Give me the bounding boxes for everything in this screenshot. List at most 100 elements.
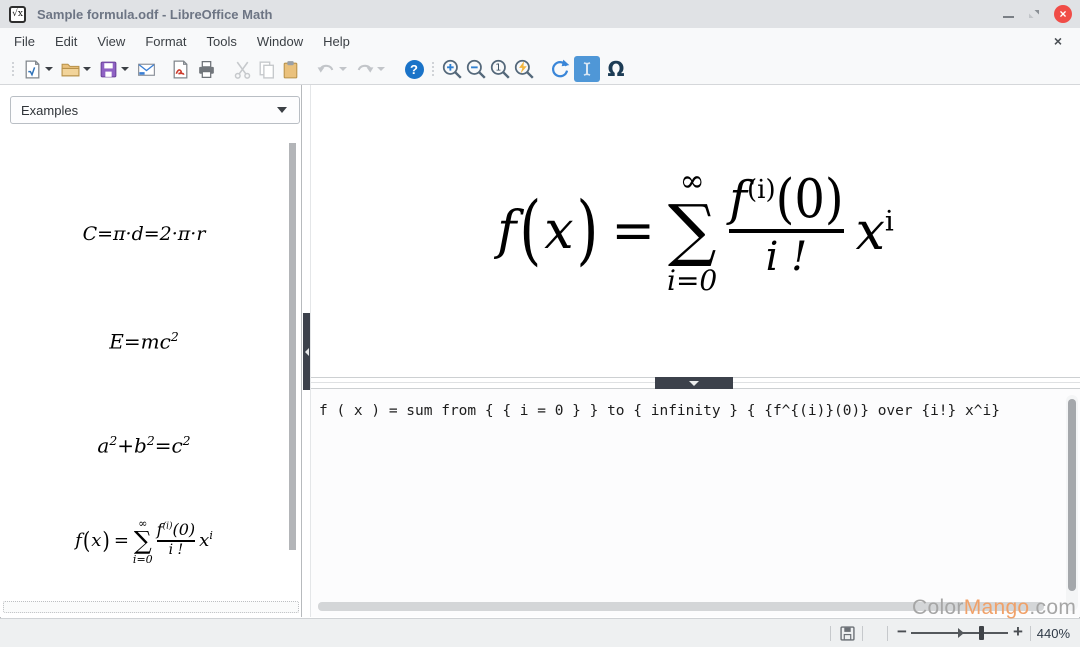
email-document-icon (136, 59, 157, 80)
formula-cursor-icon (578, 60, 596, 78)
open-button[interactable] (58, 56, 82, 82)
cut-button (230, 56, 254, 82)
new-document-button[interactable] (20, 56, 44, 82)
close-icon[interactable]: × (1054, 5, 1072, 23)
zoom-slider-thumb[interactable] (979, 626, 984, 640)
category-dropdown-value: Examples (21, 103, 78, 118)
new-formula-icon (22, 59, 43, 80)
restore-icon[interactable] (1028, 8, 1040, 20)
paste-button[interactable] (278, 56, 302, 82)
horizontal-splitter[interactable] (311, 377, 1080, 389)
fraction-denominator: i ! (766, 237, 808, 281)
chevron-left-icon (305, 348, 309, 356)
cut-icon (232, 59, 253, 80)
statusbar: − + 440% (0, 618, 1080, 647)
sum-lower-limit: i=0 (667, 267, 717, 295)
menu-window[interactable]: Window (247, 30, 313, 53)
examples-list: C=π·d=2·π·r E=mc2 a2+b2=c2 f(x)= ∞ (0, 133, 302, 613)
application-window: √x Sample formula.odf - LibreOffice Math… (0, 0, 1080, 647)
standard-toolbar: ? 1 (0, 54, 1080, 85)
undo-dropdown-icon (339, 67, 347, 71)
commands-vertical-scrollbar[interactable] (1068, 399, 1076, 591)
sum-with-limits: ∞ ∑ i=0 (667, 167, 717, 296)
taylor-series-formula: f(x)= ∞ ∑ i=0 f(i)(0) i ! xi (497, 167, 894, 296)
category-dropdown[interactable]: Examples (10, 96, 300, 124)
example-pythagorean[interactable]: a2+b2=c2 (0, 433, 288, 458)
minimize-icon[interactable] (1003, 16, 1014, 18)
email-document-button[interactable] (134, 56, 158, 82)
window-title: Sample formula.odf - LibreOffice Math (37, 7, 272, 22)
copy-icon (256, 59, 277, 80)
example-mass-energy[interactable]: E=mc2 (0, 329, 288, 354)
formula-preview-pane[interactable]: f(x)= ∞ ∑ i=0 f(i)(0) i ! xi (311, 85, 1080, 377)
update-button[interactable] (548, 56, 572, 82)
menu-edit[interactable]: Edit (45, 30, 87, 53)
redo-icon (354, 59, 375, 80)
menu-file[interactable]: File (4, 30, 45, 53)
formula-cursor-button[interactable] (574, 56, 600, 82)
fraction-numerator: f(i)(0) (729, 175, 843, 223)
chevron-down-icon (277, 107, 287, 113)
toolbar-grip-icon-2[interactable] (432, 62, 434, 76)
new-document-dropdown-icon[interactable] (45, 67, 53, 71)
update-refresh-icon (549, 58, 571, 80)
export-pdf-button[interactable] (168, 56, 192, 82)
show-all-button[interactable] (512, 56, 536, 82)
main-content: Examples C=π·d=2·π·r E=mc2 a2+b2=c2 f(x)… (0, 85, 1080, 617)
document-modified-indicator (840, 626, 855, 646)
sum-with-limits: ∞ ∑ i=0 (133, 518, 153, 565)
toolbar-grip-icon[interactable] (12, 62, 14, 76)
zoom-out-button[interactable]: − (897, 622, 907, 642)
menu-format[interactable]: Format (135, 30, 196, 53)
save-button[interactable] (96, 56, 120, 82)
export-pdf-icon (170, 59, 191, 80)
undo-icon (316, 59, 337, 80)
zoom-out-button[interactable] (464, 56, 488, 82)
menu-help[interactable]: Help (313, 30, 360, 53)
omega-symbols-icon: Ω (607, 57, 624, 81)
save-dropdown-icon[interactable] (121, 67, 129, 71)
zoom-100-icon: 1 (489, 58, 511, 80)
open-folder-icon (60, 59, 81, 80)
example-circumference[interactable]: C=π·d=2·π·r (0, 223, 288, 245)
sidebar-horizontal-scrollbar[interactable] (3, 601, 299, 613)
paste-icon (280, 59, 301, 80)
save-icon (98, 59, 119, 80)
chevron-down-icon (689, 381, 699, 386)
vertical-splitter-handle[interactable] (303, 313, 310, 390)
save-status-icon (840, 626, 855, 641)
commands-editor[interactable]: f ( x ) = sum from { { i = 0 } } to { in… (311, 389, 1080, 617)
elements-panel: Examples C=π·d=2·π·r E=mc2 a2+b2=c2 f(x)… (0, 85, 302, 617)
menu-tools[interactable]: Tools (196, 30, 246, 53)
print-icon (196, 59, 217, 80)
menubar: File Edit View Format Tools Window Help … (0, 28, 1080, 54)
zoom-all-icon (513, 58, 535, 80)
close-document-icon[interactable]: × (1048, 31, 1068, 51)
zoom-in-button[interactable] (440, 56, 464, 82)
horizontal-splitter-handle[interactable] (655, 377, 733, 389)
zoom-in-button[interactable]: + (1013, 622, 1023, 642)
formula-source-text[interactable]: f ( x ) = sum from { { i = 0 } } to { in… (319, 403, 1059, 419)
zoom-default-marker (958, 628, 964, 638)
libreoffice-math-app-icon: √x (9, 6, 26, 23)
sidebar-scrollbar[interactable] (289, 143, 296, 550)
zoom-in-icon (441, 58, 463, 80)
help-button[interactable]: ? (402, 56, 426, 82)
symbols-button[interactable]: Ω (604, 56, 628, 82)
colormango-watermark: ColorMango.com (912, 596, 1076, 620)
sum-symbol: ∑ (668, 199, 717, 264)
power-term: xi (856, 206, 894, 258)
example-taylor-series[interactable]: f(x)= ∞ ∑ i=0 f(i)(0) i ! xi (0, 518, 288, 565)
menu-view[interactable]: View (87, 30, 135, 53)
zoom-level[interactable]: 440% (1037, 626, 1070, 641)
redo-dropdown-icon (377, 67, 385, 71)
print-button[interactable] (194, 56, 218, 82)
titlebar: √x Sample formula.odf - LibreOffice Math… (0, 0, 1080, 28)
undo-button (314, 56, 338, 82)
fraction: f(i)(0) i ! (729, 175, 843, 281)
help-icon: ? (405, 60, 424, 79)
svg-text:1: 1 (495, 63, 501, 74)
zoom-100-button[interactable]: 1 (488, 56, 512, 82)
redo-button (352, 56, 376, 82)
open-dropdown-icon[interactable] (83, 67, 91, 71)
